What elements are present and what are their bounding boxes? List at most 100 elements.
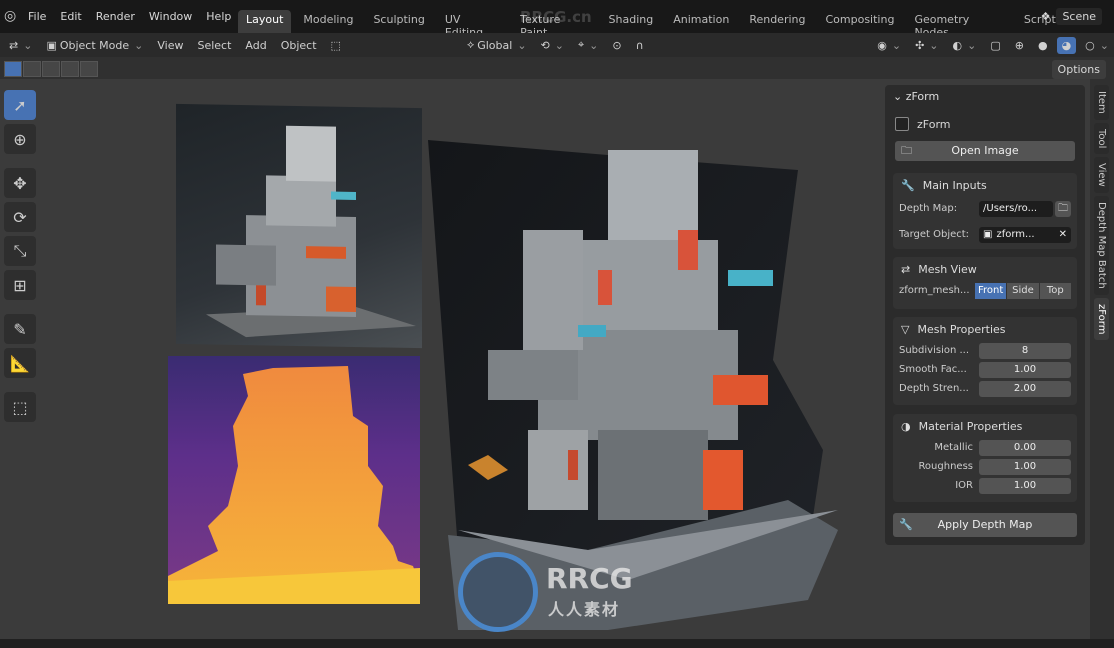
falloff-icon[interactable]: ∩ bbox=[631, 37, 649, 54]
editor-type-button[interactable]: ⇄ bbox=[4, 37, 37, 54]
add-cube-tool-icon[interactable]: ⬚ bbox=[4, 392, 36, 422]
shading-solid-icon[interactable]: ● bbox=[1033, 37, 1053, 54]
menu-help[interactable]: Help bbox=[206, 10, 231, 23]
xray-icon[interactable]: ▢ bbox=[985, 37, 1005, 54]
target-object-row: Target Object: ▣ zform... ✕ bbox=[899, 225, 1071, 244]
view-side-button[interactable]: Side bbox=[1007, 282, 1039, 299]
view-menu[interactable]: View bbox=[152, 37, 188, 54]
rotate-tool-icon[interactable]: ⟳ bbox=[4, 202, 36, 232]
main-inputs-header[interactable]: 🔧 Main Inputs bbox=[893, 173, 1077, 197]
depth-strength-field[interactable]: 2.00 bbox=[979, 380, 1071, 397]
smooth-factor-field[interactable]: 1.00 bbox=[979, 361, 1071, 378]
target-object-value: zform... bbox=[996, 228, 1035, 240]
select-invert-icon[interactable] bbox=[61, 61, 79, 77]
side-tab-zform[interactable]: zForm bbox=[1094, 297, 1109, 341]
scene-selector[interactable]: ❖ Scene bbox=[1041, 8, 1102, 25]
metallic-label: Metallic bbox=[934, 442, 973, 453]
cursor-tool-icon[interactable]: ⊕ bbox=[4, 124, 36, 154]
menu-render[interactable]: Render bbox=[96, 10, 135, 23]
move-tool-icon[interactable]: ✥ bbox=[4, 168, 36, 198]
options-dropdown[interactable]: Options bbox=[1051, 60, 1106, 79]
menu-file[interactable]: File bbox=[28, 10, 46, 23]
annotate-tool-icon[interactable]: ✎ bbox=[4, 314, 36, 344]
apply-depth-map-button[interactable]: 🔧 Apply Depth Map bbox=[893, 513, 1077, 537]
main-inputs-section: 🔧 Main Inputs Depth Map: /Users/ro... 🗀 T… bbox=[893, 173, 1077, 249]
ior-label: IOR bbox=[955, 480, 973, 491]
file-browse-icon[interactable]: 🗀 bbox=[1055, 200, 1071, 217]
side-tab-tool[interactable]: Tool bbox=[1094, 122, 1109, 155]
scene-name: Scene bbox=[1056, 8, 1102, 25]
watermark-top: RRCG.cn bbox=[520, 8, 592, 26]
panel-header[interactable]: ⌄ zForm bbox=[893, 90, 939, 103]
snap-icon[interactable]: ⌖ bbox=[573, 36, 603, 54]
transform-tool-icon[interactable]: ⊞ bbox=[4, 270, 36, 300]
shading-wireframe-icon[interactable]: ⊕ bbox=[1010, 37, 1029, 54]
smooth-factor-label: Smooth Fac... bbox=[899, 364, 967, 375]
ior-row: IOR 1.00 bbox=[899, 476, 1071, 495]
proportional-edit-icon[interactable]: ⊙ bbox=[607, 37, 626, 54]
measure-tool-icon[interactable]: 📐 bbox=[4, 348, 36, 378]
pivot-icon[interactable]: ⟲ bbox=[536, 37, 569, 54]
mode-selector[interactable]: ▣ Object Mode bbox=[41, 37, 148, 54]
ior-field[interactable]: 1.00 bbox=[979, 477, 1071, 494]
view-front-button[interactable]: Front bbox=[975, 282, 1007, 299]
mode-label: Object Mode bbox=[59, 38, 130, 52]
subdivision-row: Subdivision ... 8 bbox=[899, 341, 1071, 360]
select-new-icon[interactable] bbox=[4, 61, 22, 77]
zform-sidebar-panel: ⌄ zForm zForm 🗀 Open Image 🔧 Main Inputs … bbox=[885, 85, 1085, 545]
depth-map-image-plane[interactable] bbox=[168, 356, 420, 604]
apply-section: 🔧 Apply Depth Map bbox=[893, 510, 1077, 538]
roughness-field[interactable]: 1.00 bbox=[979, 458, 1071, 475]
main-menu: File Edit Render Window Help bbox=[28, 0, 245, 33]
mesh-properties-header[interactable]: ▽ Mesh Properties bbox=[893, 317, 1077, 341]
mesh-object-icon: ▣ bbox=[983, 228, 993, 240]
material-properties-header[interactable]: ◑ Material Properties bbox=[893, 414, 1077, 438]
gizmo-icon[interactable]: ✣ bbox=[910, 37, 943, 54]
shading-rendered-icon[interactable]: ○ bbox=[1080, 37, 1114, 54]
side-tab-view[interactable]: View bbox=[1094, 157, 1109, 193]
side-tab-item[interactable]: Item bbox=[1094, 85, 1109, 120]
visibility-icon[interactable]: ◉ bbox=[872, 37, 906, 54]
select-box-tool-icon[interactable]: ➚ bbox=[4, 90, 36, 120]
scale-tool-icon[interactable]: ⤡ bbox=[4, 236, 36, 266]
clear-icon[interactable]: ✕ bbox=[1059, 227, 1071, 243]
depth-map-path-field[interactable]: /Users/ro... bbox=[979, 200, 1053, 217]
mesh-view-header[interactable]: ⇄ Mesh View bbox=[893, 257, 1077, 281]
open-image-button[interactable]: 🗀 Open Image bbox=[895, 141, 1075, 161]
tool-settings-strip: Options bbox=[0, 57, 1114, 79]
side-tab-depth-map-batch[interactable]: Depth Map Batch bbox=[1094, 195, 1109, 295]
object-menu[interactable]: Object bbox=[276, 37, 322, 54]
editor-options-icon[interactable]: ⬚ bbox=[326, 37, 346, 54]
metallic-field[interactable]: 0.00 bbox=[979, 439, 1071, 456]
select-menu[interactable]: Select bbox=[192, 37, 236, 54]
view-segmented-control: Front Side Top bbox=[975, 282, 1071, 299]
zform-checkbox-row: zForm bbox=[895, 117, 950, 131]
panel-title: zForm bbox=[905, 90, 940, 103]
depth-map-row: Depth Map: /Users/ro... 🗀 bbox=[899, 199, 1071, 218]
watermark-logo bbox=[458, 552, 538, 632]
editor-type-icon: ⇄ bbox=[9, 38, 19, 52]
menu-edit[interactable]: Edit bbox=[60, 10, 81, 23]
menu-window[interactable]: Window bbox=[149, 10, 192, 23]
target-object-field[interactable]: ▣ zform... ✕ bbox=[979, 226, 1071, 243]
mesh-view-title: Mesh View bbox=[918, 262, 977, 276]
orientation-selector[interactable]: ⟡ Global bbox=[462, 36, 532, 54]
zform-checkbox[interactable] bbox=[895, 117, 909, 131]
select-intersect-icon[interactable] bbox=[80, 61, 98, 77]
selection-mode-buttons bbox=[4, 61, 98, 77]
open-image-row: 🗀 Open Image bbox=[895, 141, 1075, 161]
view-top-button[interactable]: Top bbox=[1039, 282, 1071, 299]
status-bar bbox=[0, 639, 1114, 648]
reference-image-plane[interactable] bbox=[176, 103, 422, 349]
select-subtract-icon[interactable] bbox=[42, 61, 60, 77]
shading-material-icon[interactable]: ◕ bbox=[1056, 36, 1077, 54]
watermark-sub: 人人素材 bbox=[548, 600, 621, 619]
add-menu[interactable]: Add bbox=[240, 37, 271, 54]
material-properties-title: Material Properties bbox=[918, 419, 1023, 433]
target-object-label: Target Object: bbox=[899, 229, 970, 240]
mesh-view-label: zform_mesh... bbox=[899, 285, 970, 296]
subdivision-field[interactable]: 8 bbox=[979, 342, 1071, 359]
overlay-icon[interactable]: ◐ bbox=[948, 37, 982, 54]
blender-logo-icon[interactable]: ◎ bbox=[4, 8, 20, 24]
select-extend-icon[interactable] bbox=[23, 61, 41, 77]
